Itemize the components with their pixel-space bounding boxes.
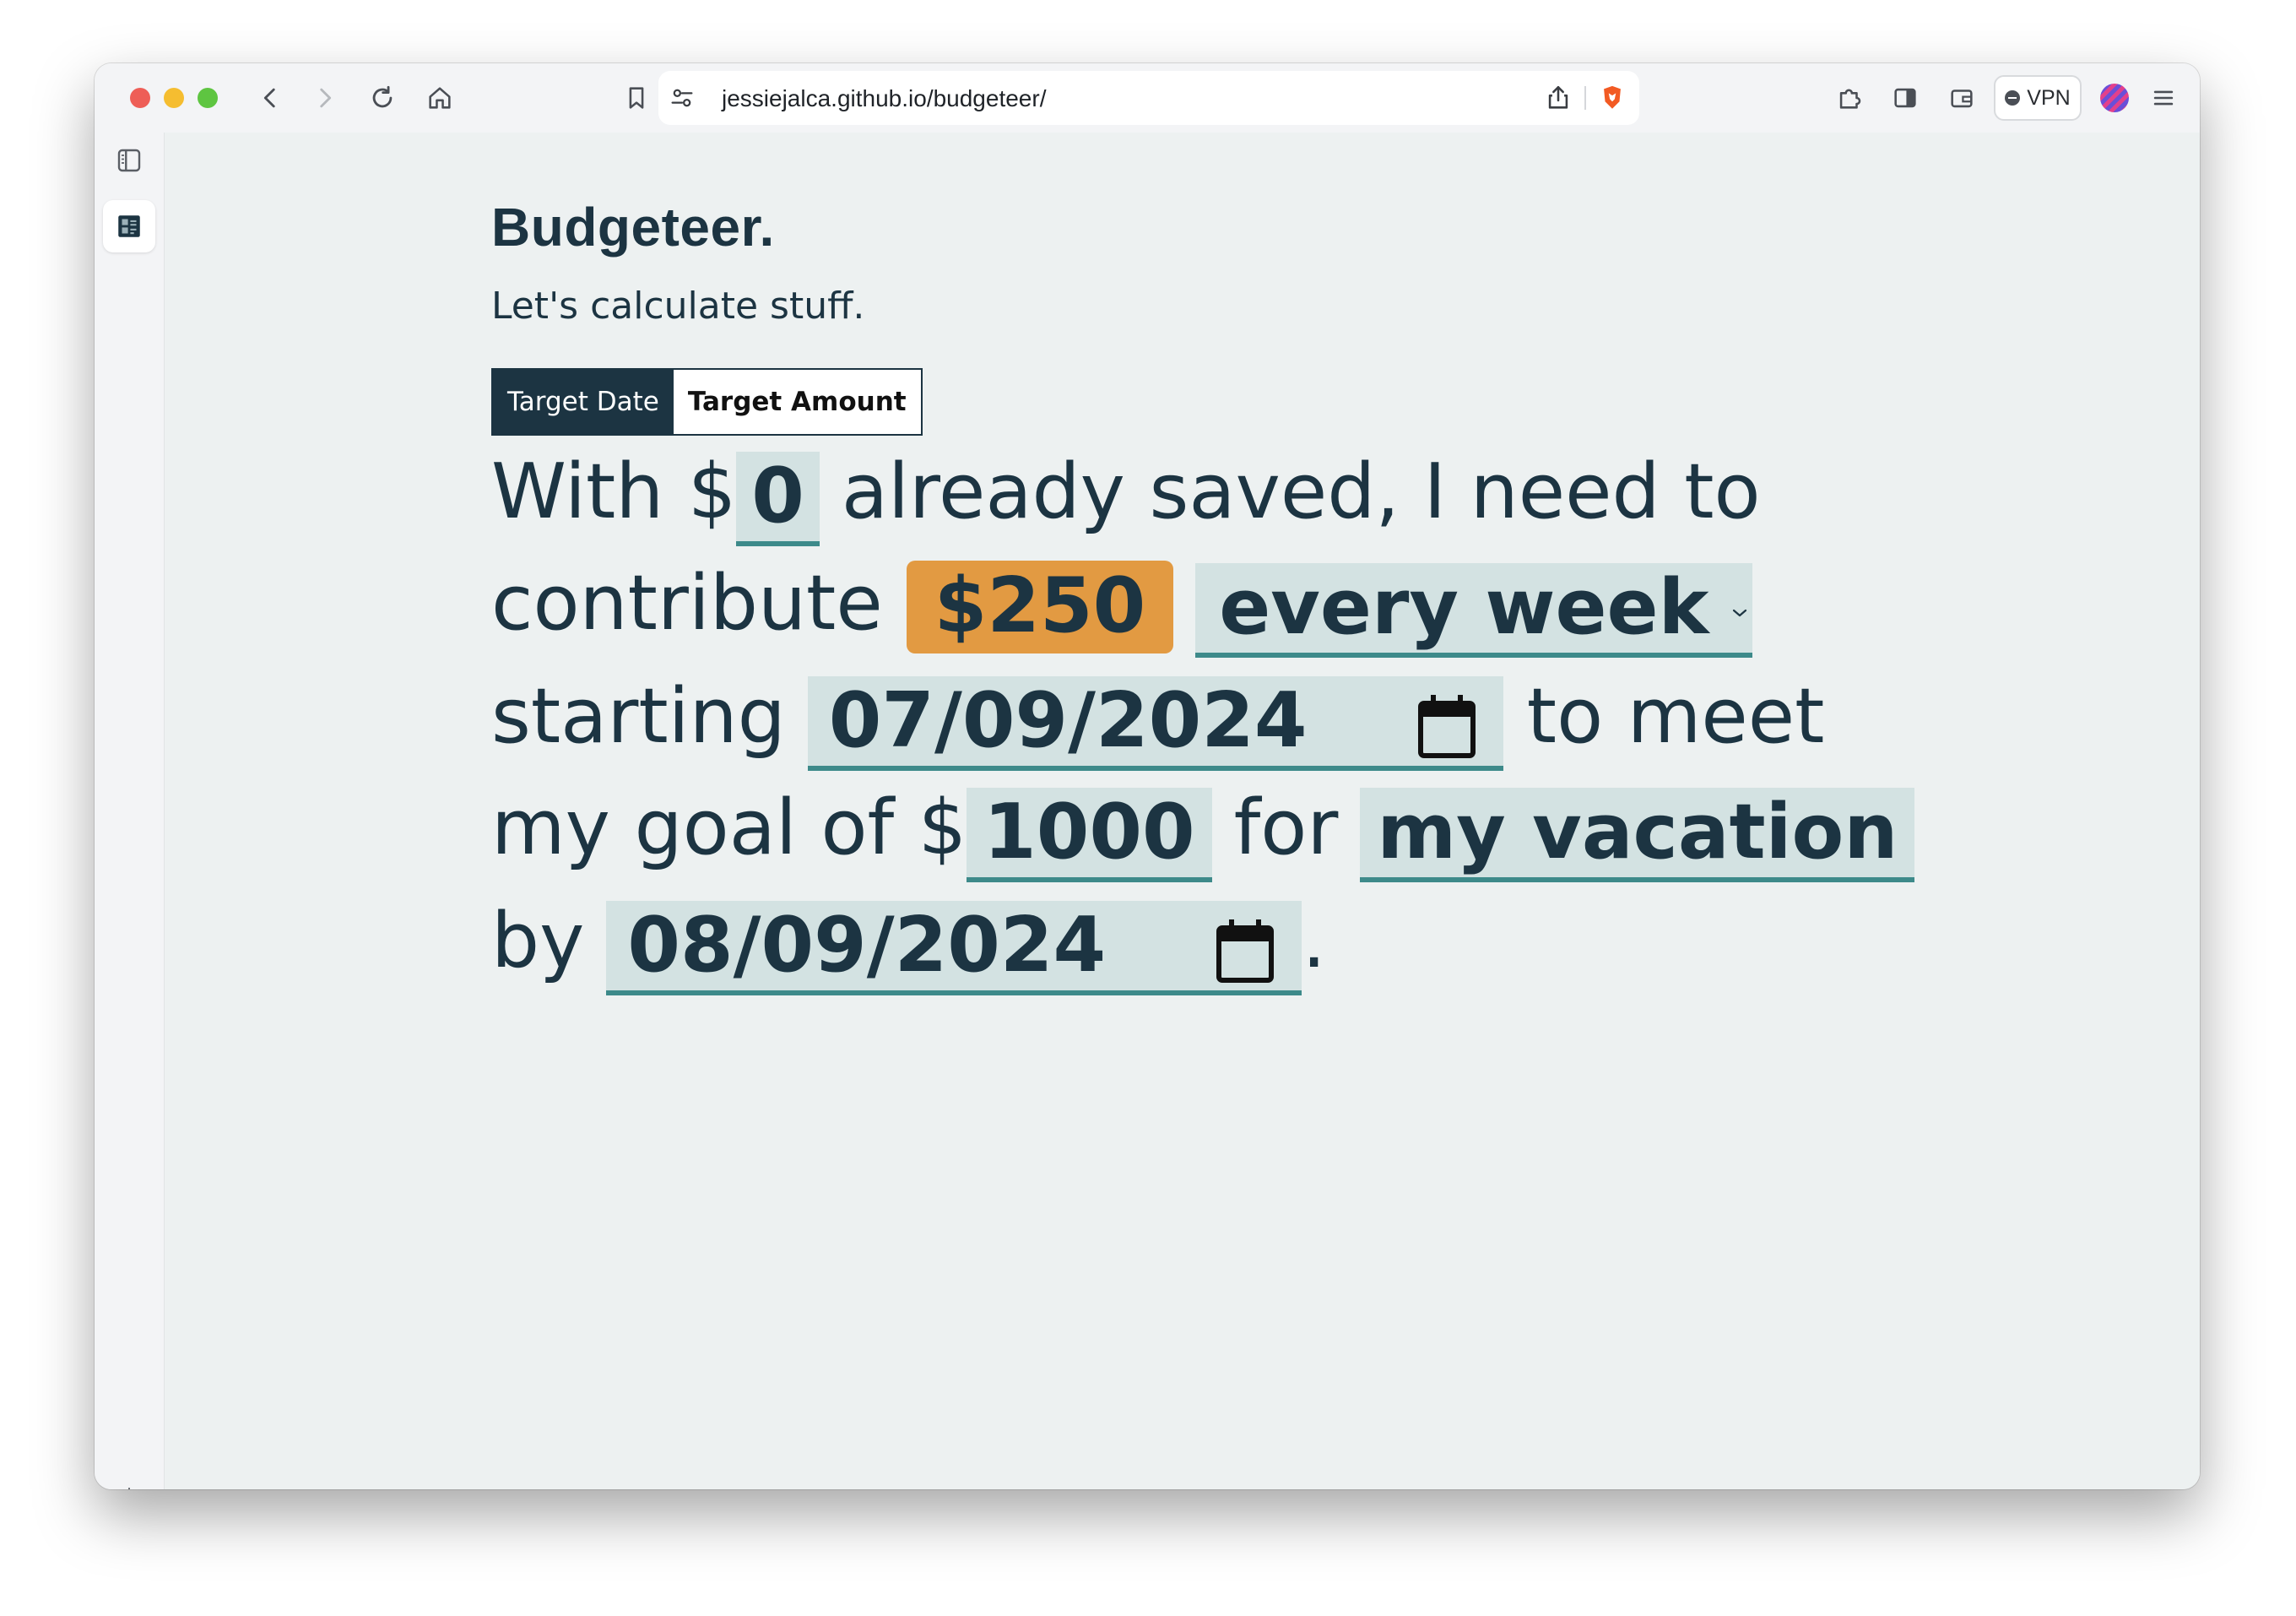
zoom-window-button[interactable] (198, 88, 218, 108)
forward-icon[interactable] (308, 81, 342, 115)
text-by: by (491, 897, 585, 985)
reload-icon[interactable] (366, 81, 399, 115)
calendar-icon[interactable] (1216, 918, 1275, 984)
text-contribute: contribute (491, 559, 883, 648)
page-content: Budgeteer. Let's calculate stuff. Target… (165, 133, 2200, 1489)
app-subtitle: Let's calculate stuff. (491, 285, 865, 328)
text-my-goal: my goal of $ (491, 784, 967, 872)
chevron-down-icon (1733, 609, 1747, 617)
end-date-input[interactable]: 08/09/2024 (606, 901, 1302, 995)
sentence-line-2: contribute $250 every week (491, 556, 1753, 658)
sentence-line-5: by 08/09/2024 . (491, 894, 1326, 995)
profile-avatar[interactable] (2100, 84, 2129, 112)
saved-amount-input[interactable]: 0 (736, 452, 820, 546)
end-date-value: 08/09/2024 (627, 901, 1107, 990)
mode-tabs: Target Date Target Amount (491, 368, 923, 436)
browser-sidebar (95, 133, 165, 1489)
vpn-status-icon (2005, 90, 2021, 106)
home-icon[interactable] (423, 81, 457, 115)
sentence-line-3: starting 07/09/2024 to meet (491, 670, 1824, 771)
menu-icon[interactable] (2147, 81, 2180, 115)
sentence-line-1: With $ 0 already saved, I need to (491, 445, 1761, 546)
frequency-value: every week (1219, 563, 1709, 652)
url-text[interactable]: jessiejalca.github.io/budgeteer/ (722, 85, 1046, 112)
app-title: Budgeteer. (491, 197, 775, 258)
text-period: . (1302, 897, 1326, 985)
start-date-value: 07/09/2024 (828, 676, 1308, 765)
text-already-saved: already saved, I need to (841, 447, 1761, 536)
extensions-icon[interactable] (1833, 81, 1866, 115)
sentence-line-4: my goal of $ 1000 for my vacation (491, 781, 1915, 882)
browser-toolbar: jessiejalca.github.io/budgeteer/ VPN (95, 63, 2200, 133)
vpn-label: VPN (2027, 85, 2071, 110)
goal-amount-input[interactable]: 1000 (967, 788, 1212, 882)
vpn-button[interactable]: VPN (1994, 75, 2082, 121)
minimize-window-button[interactable] (164, 88, 184, 108)
bookmark-icon[interactable] (620, 81, 653, 115)
url-divider (1584, 86, 1586, 110)
text-to-meet: to meet (1526, 672, 1825, 761)
close-window-button[interactable] (130, 88, 150, 108)
add-panel-icon[interactable] (103, 1469, 155, 1489)
address-bar[interactable]: jessiejalca.github.io/budgeteer/ (658, 71, 1639, 125)
text-with: With $ (491, 447, 737, 536)
start-date-input[interactable]: 07/09/2024 (807, 676, 1503, 771)
goal-name-input[interactable]: my vacation (1360, 788, 1915, 882)
tab-target-amount[interactable]: Target Amount (673, 370, 921, 434)
sidebar-toggle-icon[interactable] (1888, 81, 1922, 115)
wallet-icon[interactable] (1945, 81, 1979, 115)
calendar-icon[interactable] (1417, 693, 1476, 759)
text-starting: starting (491, 672, 786, 761)
back-icon[interactable] (253, 81, 287, 115)
share-icon[interactable] (1541, 81, 1575, 115)
site-settings-icon[interactable] (665, 81, 699, 115)
contribution-result: $250 (906, 561, 1174, 653)
text-for: for (1233, 784, 1339, 872)
brave-shields-icon[interactable] (1595, 81, 1629, 115)
tab-target-date[interactable]: Target Date (493, 370, 674, 434)
frequency-select[interactable]: every week (1195, 563, 1753, 658)
browser-window: jessiejalca.github.io/budgeteer/ VPN Bud… (95, 63, 2200, 1489)
sidebar-calculator-icon[interactable] (103, 200, 155, 252)
sidebar-panel-icon[interactable] (103, 134, 155, 187)
